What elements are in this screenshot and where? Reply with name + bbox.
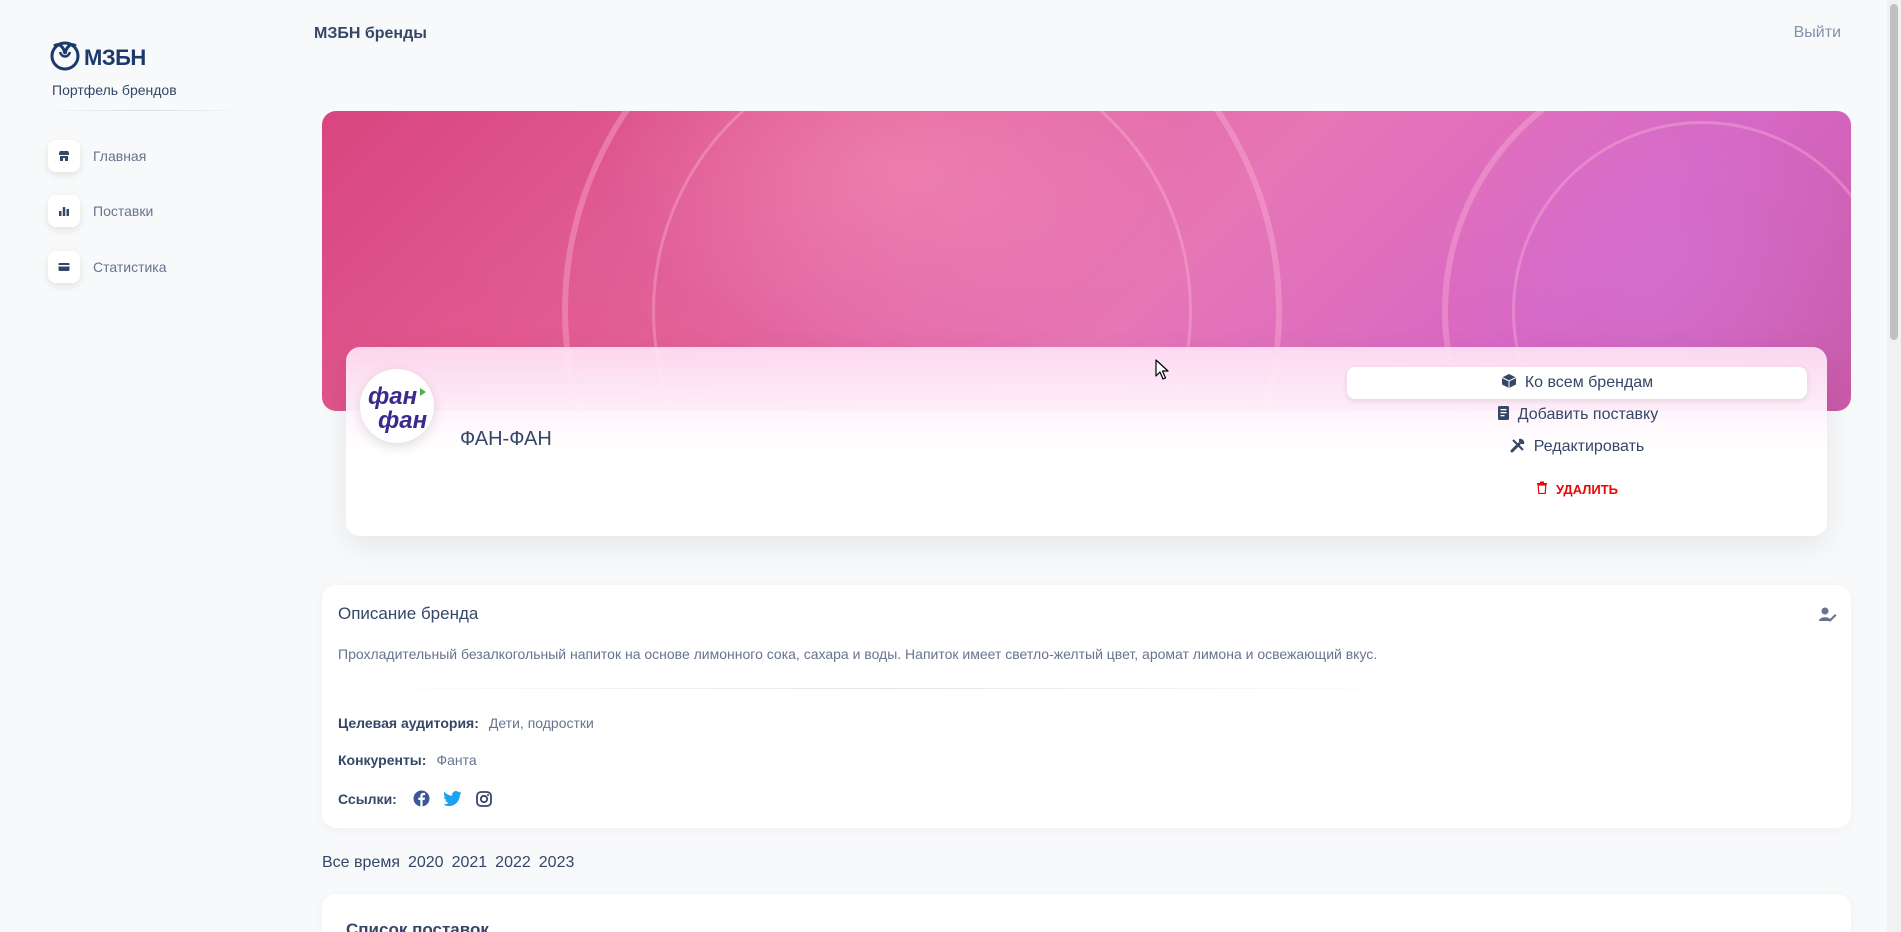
audience-label: Целевая аудитория: [338, 715, 479, 731]
trash-icon [1536, 481, 1548, 497]
brand-actions: Ко всем брендам Добавить поставку Редакт… [1347, 367, 1807, 505]
brand-logo[interactable]: МЗБН [48, 38, 146, 77]
audience-value: Дети, подростки [488, 715, 594, 731]
logo-text-top: фан [368, 383, 418, 410]
competitors-label: Конкуренты: [338, 752, 427, 768]
sidebar-item-label: Поставки [93, 203, 154, 219]
scrollbar-thumb[interactable] [1890, 4, 1898, 340]
competitors-value: Фанта [436, 752, 477, 768]
filter-all-time[interactable]: Все время [322, 854, 400, 872]
sidebar-subtitle: Портфель брендов [52, 82, 177, 98]
sidebar-item-label: Статистика [93, 259, 167, 275]
links-row: Ссылки: [338, 790, 492, 807]
mouse-cursor-icon [1155, 359, 1171, 386]
sidebar-item-home[interactable]: Главная [48, 140, 146, 172]
description-divider [338, 688, 1438, 689]
delete-label: УДАЛИТЬ [1556, 481, 1618, 497]
brand-header-card: фан фан ФАН-ФАН Ко всем брендам Добавить… [346, 347, 1827, 536]
deliveries-card: Список поставок [322, 894, 1851, 932]
all-brands-button[interactable]: Ко всем брендам [1347, 367, 1807, 399]
add-delivery-button[interactable]: Добавить поставку [1347, 399, 1807, 431]
facebook-icon[interactable] [413, 790, 430, 807]
logo-emblem-icon [48, 38, 82, 77]
logo-text: МЗБН [84, 44, 146, 70]
tools-icon [1510, 437, 1526, 458]
box-icon [1501, 373, 1517, 394]
social-links [413, 790, 492, 807]
sidebar-item-statistics[interactable]: Статистика [48, 251, 167, 283]
year-filter: Все время 2020 2021 2022 2023 [322, 854, 574, 872]
chart-bar-icon [48, 195, 80, 227]
credit-card-icon [48, 251, 80, 283]
competitors-row: Конкуренты: Фанта [338, 752, 477, 768]
instagram-icon[interactable] [475, 790, 492, 807]
filter-2022[interactable]: 2022 [495, 854, 531, 872]
brand-description-card: Описание бренда Прохладительный безалког… [322, 585, 1851, 828]
sidebar-item-deliveries[interactable]: Поставки [48, 195, 153, 227]
all-brands-label: Ко всем брендам [1524, 374, 1654, 391]
edit-button[interactable]: Редактировать [1347, 431, 1807, 463]
description-title: Описание бренда [338, 604, 479, 623]
links-label: Ссылки: [338, 790, 397, 807]
sidebar-item-label: Главная [93, 148, 147, 164]
document-icon [1496, 405, 1510, 426]
shop-icon [48, 140, 80, 172]
deliveries-title: Список поставок [346, 920, 489, 932]
user-edit-icon[interactable] [1819, 607, 1837, 628]
description-text: Прохладительный безалкогольный напиток н… [338, 646, 1378, 662]
brand-logo-avatar: фан фан [360, 369, 434, 443]
filter-2023[interactable]: 2023 [539, 854, 575, 872]
logo-text-bottom: фан [378, 407, 428, 434]
delete-button[interactable]: УДАЛИТЬ [1347, 473, 1807, 505]
edit-label: Редактировать [1533, 438, 1645, 455]
brand-logo-image: фан фан [368, 383, 428, 434]
brand-name: ФАН-ФАН [460, 428, 552, 450]
page-scrollbar[interactable] [1887, 0, 1901, 932]
sidebar-divider [40, 110, 250, 111]
filter-2020[interactable]: 2020 [408, 854, 444, 872]
sidebar: МЗБН Портфель брендов Главная Поставки С… [0, 0, 290, 932]
add-delivery-label: Добавить поставку [1517, 406, 1659, 423]
audience-row: Целевая аудитория: Дети, подростки [338, 715, 594, 731]
page-title: МЗБН бренды [314, 25, 427, 42]
logout-button[interactable]: Выйти [1794, 24, 1841, 42]
filter-2021[interactable]: 2021 [452, 854, 488, 872]
twitter-icon[interactable] [443, 791, 462, 806]
